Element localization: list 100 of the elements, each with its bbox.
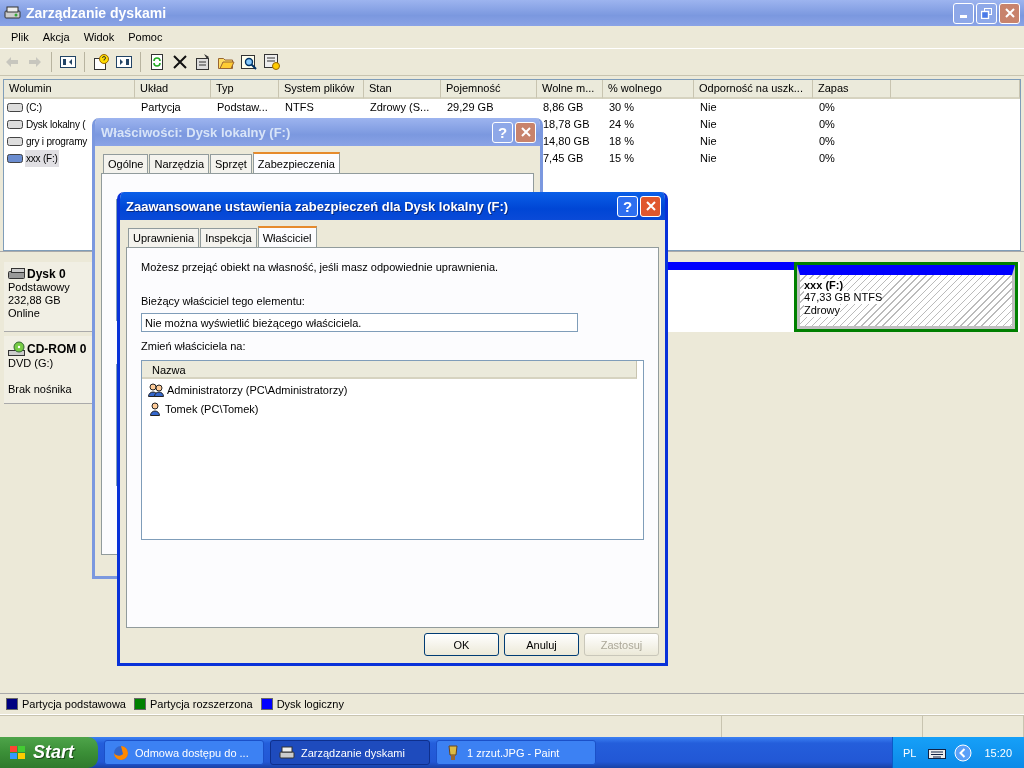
column-header[interactable]: % wolnego [603, 80, 694, 99]
legend-label: Partycja rozszerzona [149, 698, 253, 710]
owner-item[interactable]: Tomek (PC\Tomek) [165, 402, 259, 415]
menu-item[interactable]: Widok [76, 31, 122, 43]
search-icon[interactable] [240, 53, 258, 71]
volume-name[interactable]: Dysk lokalny ( [25, 116, 87, 133]
disk-management-icon [4, 5, 22, 21]
disk-type: DVD (G:) [8, 357, 55, 370]
pane-icon[interactable] [115, 53, 133, 71]
taskbar-button[interactable]: Zarządzanie dyskami [270, 740, 430, 765]
change-owner-label: Zmień właściciela na: [141, 340, 247, 353]
table-cell-text: 8,86 GB [542, 100, 585, 115]
disk-management-icon [279, 744, 295, 761]
taskbar-button[interactable]: 1 zrzut.JPG - Paint [436, 740, 596, 765]
properties-icon[interactable] [194, 53, 212, 71]
table-cell-text: Nie [699, 100, 718, 115]
chevron-left-icon[interactable] [954, 743, 973, 762]
table-cell-text: 29,29 GB [446, 100, 495, 115]
menu-item[interactable]: Pomoc [121, 31, 170, 43]
table-cell-text: NTFS [284, 100, 315, 115]
volume-name[interactable]: (C:) [25, 99, 43, 116]
table-cell-text: 18 % [608, 134, 636, 149]
start-logo-icon [8, 743, 28, 762]
settings-icon[interactable] [263, 53, 281, 71]
intro-text: Możesz przejąć obiekt na własność, jeśli masz odpowiednie uprawnienia. [141, 261, 500, 274]
table-cell-text: Nie [699, 151, 718, 166]
keyboard-icon[interactable] [928, 746, 947, 759]
user-group-icon [148, 382, 164, 397]
disk-status: Online [8, 307, 41, 320]
column-header[interactable]: Odporność na uszk... [694, 80, 813, 99]
table-cell-text: 0% [818, 100, 836, 115]
tree-pane-icon[interactable] [59, 53, 77, 71]
drive-icon [7, 120, 23, 129]
column-header[interactable]: Typ [211, 80, 279, 99]
current-owner-field[interactable]: Nie można wyświetlić bieżącego właściciela. [141, 313, 578, 332]
close-button[interactable] [640, 195, 661, 217]
volume-name[interactable]: xxx (F:) [25, 150, 59, 167]
dialog-title: Właściwości: Dysk lokalny (F:) [101, 124, 292, 140]
table-cell-text: 14,80 GB [542, 134, 591, 149]
column-header[interactable]: Układ [135, 80, 211, 99]
column-header[interactable]: Wolne m... [537, 80, 603, 99]
table-cell-text: 15 % [608, 151, 636, 166]
delete-icon[interactable] [171, 53, 189, 71]
table-cell-text: 24 % [608, 117, 636, 132]
column-header[interactable]: System plików [279, 80, 364, 99]
table-cell-text: Zdrowy (S... [369, 100, 431, 115]
table-cell-text: 30 % [608, 100, 636, 115]
logical-drive-partition[interactable]: xxx (F:) 47,33 GB NTFS Zdrowy [797, 265, 1015, 329]
tab[interactable]: Narzędzia [149, 154, 209, 173]
tab[interactable]: Właściciel [257, 226, 317, 247]
legend-label: Dysk logiczny [276, 698, 344, 710]
owner-item[interactable]: Administratorzy (PC\Administratorzy) [167, 383, 348, 396]
legend-label: Partycja podstawowa [22, 698, 126, 710]
column-header[interactable]: Wolumin [4, 80, 135, 99]
window-title: Zarządzanie dyskami [26, 5, 168, 21]
table-cell-text: 7,45 GB [542, 151, 585, 166]
disk-name: CD-ROM 0 [27, 342, 87, 356]
dialog-button[interactable]: OK [424, 633, 499, 656]
taskbar-button[interactable]: Odmowa dostępu do ... [104, 740, 264, 765]
disk-size: 232,88 GB [8, 294, 62, 307]
tab[interactable]: Uprawnienia [128, 228, 200, 247]
partition-status: Zdrowy [804, 304, 841, 317]
drive-icon [7, 103, 23, 112]
tab[interactable]: Ogólne [103, 154, 149, 173]
disk-name: Dysk 0 [27, 267, 66, 281]
start-button[interactable]: Start [0, 737, 98, 768]
tab[interactable]: Sprzęt [210, 154, 252, 173]
cd-drive-icon [8, 341, 26, 357]
dialog-button[interactable]: Anuluj [504, 633, 579, 656]
table-cell-text: Nie [699, 117, 718, 132]
partition-name: xxx (F:) [804, 279, 844, 291]
column-header[interactable]: Pojemność [441, 80, 537, 99]
tab[interactable]: Zabezpieczenia [252, 152, 340, 173]
column-header[interactable]: Nazwa [142, 361, 637, 379]
volume-name[interactable]: gry i programy [25, 133, 89, 150]
close-icon [520, 127, 531, 137]
disk-status: Brak nośnika [8, 383, 73, 396]
disk-type: Podstawowy [8, 281, 71, 294]
help-icon[interactable] [92, 53, 110, 71]
menu-item[interactable]: Plik [4, 31, 36, 43]
minimize-icon [960, 14, 967, 18]
close-icon [1004, 8, 1015, 18]
table-cell-text: 0% [818, 117, 836, 132]
menu-item[interactable]: Akcja [35, 31, 77, 43]
clock: 15:20 [984, 746, 1012, 759]
drive-icon [7, 154, 23, 163]
paint-brush-icon [445, 744, 461, 761]
table-cell-text: Partycja [140, 100, 182, 115]
user-icon [148, 401, 162, 416]
dialog-title: Zaawansowane ustawienia zabezpieczeń dla Dysk lokalny (F:) [126, 198, 510, 214]
table-cell-text: Nie [699, 134, 718, 149]
column-header[interactable]: Zapas [813, 80, 891, 99]
help-button[interactable]: ? [617, 195, 638, 217]
current-owner-label: Bieżący właściciel tego elementu: [141, 295, 306, 308]
table-cell-text: Podstaw... [216, 100, 269, 115]
column-header[interactable]: Stan [364, 80, 441, 99]
globe-icon [113, 744, 129, 761]
refresh-icon[interactable] [148, 53, 166, 71]
table-cell-text: 0% [818, 151, 836, 166]
tab[interactable]: Inspekcja [200, 228, 257, 247]
